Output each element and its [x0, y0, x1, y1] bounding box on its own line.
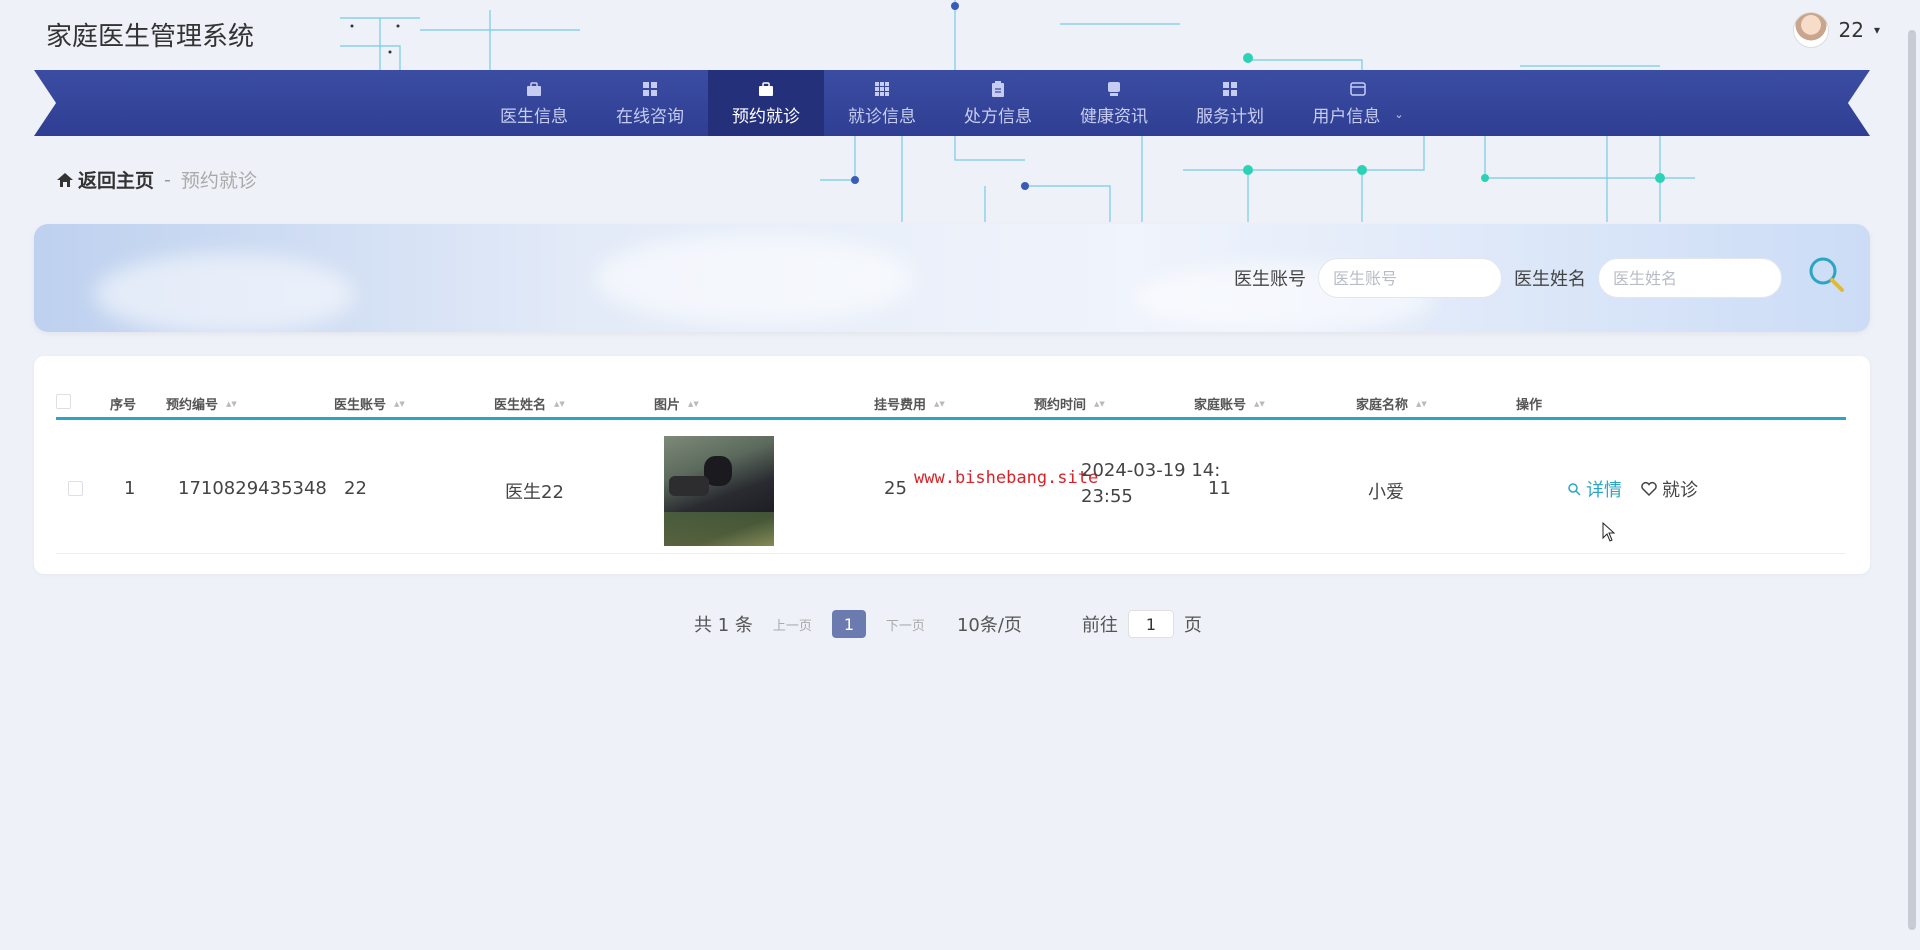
nav-label: 在线咨询 [616, 106, 684, 127]
nav-item-doctor-info[interactable]: 医生信息 [476, 70, 592, 136]
mouse-cursor-icon [1602, 522, 1616, 542]
detail-button[interactable]: 详情 [1566, 476, 1622, 502]
treat-button[interactable]: 就诊 [1640, 476, 1698, 502]
home-link[interactable]: 返回主页 [56, 166, 154, 193]
goto-prefix: 前往 [1081, 615, 1118, 636]
row-checkbox[interactable] [68, 480, 83, 501]
briefcase-icon [759, 81, 773, 96]
nav-label: 处方信息 [964, 106, 1032, 127]
th-doctor-account[interactable]: 医生账号 ▲▼ [334, 394, 405, 413]
chevron-down-icon[interactable]: ⌄ [1394, 108, 1403, 121]
main-nav: 医生信息 在线咨询 预约就诊 就诊信息 处方信息 健康资讯 服务计划 用户信息 … [34, 70, 1870, 136]
pagination: 共 1 条 上一页 1 下一页 10条/页 前往 页 [694, 610, 1202, 638]
th-family-name[interactable]: 家庭名称 ▲▼ [1356, 394, 1427, 413]
clipboard-icon [992, 80, 1004, 97]
grid-icon [1223, 81, 1237, 96]
nav-label: 健康资讯 [1080, 106, 1148, 127]
nav-item-appointment[interactable]: 预约就诊 [708, 70, 824, 136]
next-page-button[interactable]: 下一页 [886, 615, 925, 634]
goto-page: 前往 页 [1082, 610, 1202, 638]
sort-icon: ▲▼ [934, 399, 945, 408]
cell-doctor-name: 医生22 [505, 482, 564, 503]
detail-label[interactable]: 详情 [1586, 476, 1622, 502]
doctor-name-label: 医生姓名 [1514, 269, 1586, 290]
news-icon [1108, 81, 1120, 96]
nav-label: 服务计划 [1196, 106, 1264, 127]
th-appointment-no[interactable]: 预约编号 ▲▼ [166, 394, 237, 413]
nav-item-prescription[interactable]: 处方信息 [940, 70, 1056, 136]
cell-doctor-account: 22 [344, 478, 367, 499]
apps-icon [875, 81, 889, 96]
sort-icon: ▲▼ [1254, 399, 1265, 408]
sort-icon: ▲▼ [688, 399, 699, 408]
treat-label[interactable]: 就诊 [1662, 476, 1698, 502]
prev-page-button[interactable]: 上一页 [773, 615, 812, 634]
search-panel: 医生账号 医生姓名 [34, 224, 1870, 332]
page-size-select[interactable]: 10条/页 [957, 611, 1022, 637]
home-link-label[interactable]: 返回主页 [78, 166, 154, 193]
doctor-account-search: 医生账号 [1234, 258, 1502, 298]
nav-item-service-plan[interactable]: 服务计划 [1172, 70, 1288, 136]
appointment-table: 序号 预约编号 ▲▼ 医生账号 ▲▼ 医生姓名 ▲▼ 图片 ▲▼ 挂号费用 ▲▼ 预约时间… [34, 356, 1870, 574]
breadcrumb-separator: - [164, 168, 171, 191]
doctor-account-input[interactable] [1318, 258, 1502, 298]
sort-icon: ▲▼ [226, 399, 237, 408]
scrollbar[interactable] [1908, 30, 1916, 930]
th-family-account[interactable]: 家庭账号 ▲▼ [1194, 394, 1265, 413]
th-index: 序号 [110, 398, 137, 413]
goto-suffix: 页 [1183, 615, 1202, 636]
sort-icon: ▲▼ [394, 399, 405, 408]
breadcrumb: 返回主页 - 预约就诊 [56, 166, 257, 193]
doctor-name-input[interactable] [1598, 258, 1782, 298]
doctor-account-label: 医生账号 [1234, 269, 1306, 290]
table-header: 序号 预约编号 ▲▼ 医生账号 ▲▼ 医生姓名 ▲▼ 图片 ▲▼ 挂号费用 ▲▼ 预约时间… [56, 386, 1846, 420]
th-fee[interactable]: 挂号费用 ▲▼ [874, 394, 945, 413]
sort-icon: ▲▼ [1416, 399, 1427, 408]
th-doctor-name[interactable]: 医生姓名 ▲▼ [494, 394, 565, 413]
sort-icon: ▲▼ [1094, 399, 1105, 408]
briefcase-icon [527, 81, 541, 96]
user-menu[interactable]: 22 ▾ [1792, 12, 1880, 48]
cell-fee: 25 [884, 478, 907, 499]
nav-label: 用户信息 [1312, 106, 1381, 127]
nav-item-health-news[interactable]: 健康资讯 [1056, 70, 1172, 136]
page-number[interactable]: 1 [831, 610, 866, 638]
breadcrumb-current: 预约就诊 [180, 170, 257, 192]
doctor-name-search: 医生姓名 [1514, 258, 1782, 298]
home-icon [57, 172, 73, 187]
nav-label: 就诊信息 [848, 106, 916, 127]
search-icon[interactable] [1804, 252, 1850, 298]
cell-index: 1 [124, 478, 136, 499]
sort-icon: ▲▼ [554, 399, 565, 408]
th-image[interactable]: 图片 ▲▼ [654, 394, 699, 413]
wallet-icon [1350, 81, 1366, 96]
app-title: 家庭医生管理系统 [46, 22, 255, 52]
watermark-text: www.bishebang.site [914, 468, 1099, 488]
goto-page-input[interactable] [1127, 610, 1174, 638]
th-actions: 操作 [1516, 398, 1543, 413]
nav-label: 预约就诊 [732, 106, 800, 127]
top-bar: 家庭医生管理系统 22 ▾ [0, 0, 1920, 70]
table-row: 1 1710829435348 22 医生22 25 www.bishebang… [56, 428, 1846, 554]
nav-label: 医生信息 [500, 106, 568, 127]
nav-item-user-info[interactable]: 用户信息 ⌄ [1288, 70, 1428, 136]
select-all-checkbox[interactable] [56, 394, 71, 409]
magnify-icon [1568, 483, 1581, 496]
doctor-photo[interactable] [664, 436, 774, 546]
page-size-label[interactable]: 10条/页 [957, 611, 1022, 637]
grid-icon [643, 81, 657, 96]
cell-appointment-no: 1710829435348 [178, 478, 327, 499]
nav-item-online-consult[interactable]: 在线咨询 [592, 70, 708, 136]
cell-family-name: 小爱 [1368, 482, 1404, 503]
nav-item-visit-info[interactable]: 就诊信息 [824, 70, 940, 136]
avatar[interactable] [1792, 12, 1829, 48]
th-time[interactable]: 预约时间 ▲▼ [1034, 394, 1105, 413]
user-name[interactable]: 22 [1839, 18, 1864, 42]
caret-down-icon[interactable]: ▾ [1874, 23, 1880, 37]
heart-icon [1641, 481, 1657, 497]
total-count: 共 1 条 [694, 615, 753, 636]
cell-family-account: 11 [1208, 478, 1231, 499]
